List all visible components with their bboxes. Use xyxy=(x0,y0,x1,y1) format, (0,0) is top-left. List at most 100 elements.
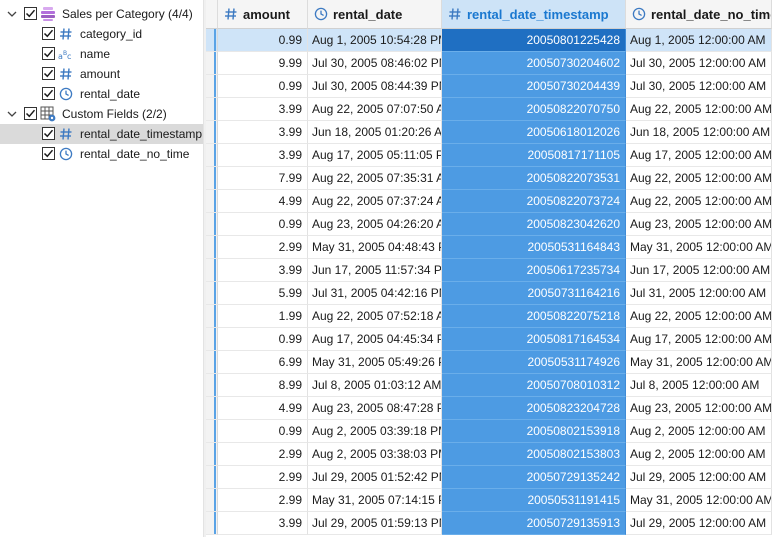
table-cell-rental-date-timestamp[interactable]: 20050730204602 xyxy=(442,52,626,75)
table-cell-rental-date-timestamp[interactable]: 20050822070750 xyxy=(442,98,626,121)
table-row[interactable]: 9.99 Jul 30, 2005 08:46:02 PM 200507302046… xyxy=(206,52,772,75)
table-cell-amount[interactable]: 0.99 xyxy=(218,75,308,98)
table-cell-rental-date-timestamp[interactable]: 20050822075218 xyxy=(442,305,626,328)
row-header[interactable] xyxy=(206,512,218,535)
table-cell-rental-date[interactable]: Aug 17, 2005 05:11:05 PM xyxy=(308,144,442,167)
table-cell-rental-date-timestamp[interactable]: 20050823042620 xyxy=(442,213,626,236)
row-header[interactable] xyxy=(206,305,218,328)
table-cell-rental-date-timestamp[interactable]: 20050823204728 xyxy=(442,397,626,420)
chevron-down-icon[interactable] xyxy=(6,108,18,120)
table-row[interactable]: 2.99 May 31, 2005 07:14:15 PM 200505311914… xyxy=(206,489,772,512)
table-cell-rental-date-no-time[interactable]: Aug 2, 2005 12:00:00 AM xyxy=(626,420,772,443)
table-cell-rental-date-no-time[interactable]: Jul 29, 2005 12:00:00 AM xyxy=(626,512,772,535)
column-header-amount[interactable]: amount xyxy=(218,0,308,29)
table-cell-rental-date[interactable]: May 31, 2005 04:48:43 PM xyxy=(308,236,442,259)
tree-node-category_id[interactable]: category_id xyxy=(0,24,203,44)
row-header[interactable] xyxy=(206,489,218,512)
table-cell-rental-date-timestamp[interactable]: 20050531164843 xyxy=(442,236,626,259)
table-cell-amount[interactable]: 2.99 xyxy=(218,466,308,489)
table-row[interactable]: 3.99 Aug 17, 2005 05:11:05 PM 200508171711… xyxy=(206,144,772,167)
table-cell-amount[interactable]: 3.99 xyxy=(218,512,308,535)
table-cell-rental-date-timestamp[interactable]: 20050531174926 xyxy=(442,351,626,374)
row-header[interactable] xyxy=(206,374,218,397)
table-cell-amount[interactable]: 2.99 xyxy=(218,236,308,259)
table-cell-rental-date-timestamp[interactable]: 20050817164534 xyxy=(442,328,626,351)
table-cell-amount[interactable]: 2.99 xyxy=(218,443,308,466)
table-cell-amount[interactable]: 0.99 xyxy=(218,213,308,236)
table-row[interactable]: 1.99 Aug 22, 2005 07:52:18 AM 200508220752… xyxy=(206,305,772,328)
table-cell-rental-date-no-time[interactable]: Aug 1, 2005 12:00:00 AM xyxy=(626,29,772,52)
table-row[interactable]: 6.99 May 31, 2005 05:49:26 PM 200505311749… xyxy=(206,351,772,374)
table-cell-rental-date[interactable]: Aug 1, 2005 10:54:28 PM xyxy=(308,29,442,52)
table-cell-rental-date-timestamp[interactable]: 20050729135913 xyxy=(442,512,626,535)
table-cell-amount[interactable]: 3.99 xyxy=(218,144,308,167)
tree-checkbox[interactable] xyxy=(42,67,55,80)
column-header-rental-date[interactable]: rental_date xyxy=(308,0,442,29)
table-cell-amount[interactable]: 0.99 xyxy=(218,328,308,351)
table-cell-rental-date[interactable]: Jun 18, 2005 01:20:26 AM xyxy=(308,121,442,144)
tree-node-amount[interactable]: amount xyxy=(0,64,203,84)
tree-node-rental_date_no_time[interactable]: rental_date_no_time xyxy=(0,144,203,164)
row-header[interactable] xyxy=(206,236,218,259)
table-cell-rental-date-timestamp[interactable]: 20050617235734 xyxy=(442,259,626,282)
table-cell-rental-date[interactable]: Aug 17, 2005 04:45:34 PM xyxy=(308,328,442,351)
table-cell-rental-date[interactable]: Aug 2, 2005 03:39:18 PM xyxy=(308,420,442,443)
row-header[interactable] xyxy=(206,328,218,351)
row-header[interactable] xyxy=(206,351,218,374)
table-cell-rental-date-no-time[interactable]: Jul 8, 2005 12:00:00 AM xyxy=(626,374,772,397)
row-header[interactable] xyxy=(206,420,218,443)
table-cell-rental-date-timestamp[interactable]: 20050822073531 xyxy=(442,167,626,190)
table-row[interactable]: 0.99 Aug 23, 2005 04:26:20 AM 200508230426… xyxy=(206,213,772,236)
row-header[interactable] xyxy=(206,190,218,213)
tree-node-rental_date[interactable]: rental_date xyxy=(0,84,203,104)
tree-checkbox[interactable] xyxy=(24,7,37,20)
table-row[interactable]: 4.99 Aug 22, 2005 07:37:24 AM 200508220737… xyxy=(206,190,772,213)
table-cell-amount[interactable]: 8.99 xyxy=(218,374,308,397)
table-cell-rental-date-no-time[interactable]: Aug 22, 2005 12:00:00 AM xyxy=(626,305,772,328)
table-cell-amount[interactable]: 4.99 xyxy=(218,190,308,213)
tree-node-sales[interactable]: Sales per Category (4/4) xyxy=(0,4,203,24)
table-cell-amount[interactable]: 0.99 xyxy=(218,420,308,443)
table-cell-rental-date[interactable]: Jun 17, 2005 11:57:34 PM xyxy=(308,259,442,282)
chevron-down-icon[interactable] xyxy=(6,8,18,20)
table-cell-rental-date-no-time[interactable]: Aug 2, 2005 12:00:00 AM xyxy=(626,443,772,466)
table-cell-rental-date[interactable]: Jul 31, 2005 04:42:16 PM xyxy=(308,282,442,305)
table-cell-rental-date-timestamp[interactable]: 20050822073724 xyxy=(442,190,626,213)
row-header[interactable] xyxy=(206,75,218,98)
row-header[interactable] xyxy=(206,282,218,305)
tree-checkbox[interactable] xyxy=(24,107,37,120)
table-cell-rental-date-no-time[interactable]: Aug 22, 2005 12:00:00 AM xyxy=(626,190,772,213)
column-header-rental-date-no-time[interactable]: rental_date_no_time xyxy=(626,0,772,29)
table-cell-rental-date-timestamp[interactable]: 20050801225428 xyxy=(442,29,626,52)
row-header[interactable] xyxy=(206,397,218,420)
table-cell-rental-date[interactable]: Jul 29, 2005 01:52:42 PM xyxy=(308,466,442,489)
table-cell-rental-date-timestamp[interactable]: 20050802153918 xyxy=(442,420,626,443)
table-cell-rental-date[interactable]: May 31, 2005 05:49:26 PM xyxy=(308,351,442,374)
table-cell-rental-date[interactable]: Aug 23, 2005 04:26:20 AM xyxy=(308,213,442,236)
row-header[interactable] xyxy=(206,29,218,52)
table-cell-rental-date-no-time[interactable]: Aug 17, 2005 12:00:00 AM xyxy=(626,144,772,167)
table-row[interactable]: 0.99 Aug 17, 2005 04:45:34 PM 200508171645… xyxy=(206,328,772,351)
table-cell-rental-date[interactable]: May 31, 2005 07:14:15 PM xyxy=(308,489,442,512)
table-row[interactable]: 3.99 Jun 17, 2005 11:57:34 PM 200506172357… xyxy=(206,259,772,282)
row-header[interactable] xyxy=(206,443,218,466)
tree-node-rental_date_timestamp[interactable]: rental_date_timestamp xyxy=(0,124,203,144)
row-header[interactable] xyxy=(206,52,218,75)
table-row[interactable]: 2.99 Jul 29, 2005 01:52:42 PM 200507291352… xyxy=(206,466,772,489)
table-cell-rental-date[interactable]: Aug 22, 2005 07:37:24 AM xyxy=(308,190,442,213)
table-cell-rental-date-no-time[interactable]: Jun 17, 2005 12:00:00 AM xyxy=(626,259,772,282)
tree-node-custom[interactable]: Custom Fields (2/2) xyxy=(0,104,203,124)
row-header[interactable] xyxy=(206,466,218,489)
table-row[interactable]: 3.99 Jun 18, 2005 01:20:26 AM 200506180120… xyxy=(206,121,772,144)
table-cell-amount[interactable]: 1.99 xyxy=(218,305,308,328)
table-cell-amount[interactable]: 7.99 xyxy=(218,167,308,190)
table-cell-rental-date-timestamp[interactable]: 20050731164216 xyxy=(442,282,626,305)
table-cell-rental-date[interactable]: Jul 30, 2005 08:44:39 PM xyxy=(308,75,442,98)
table-cell-rental-date-no-time[interactable]: May 31, 2005 12:00:00 AM xyxy=(626,351,772,374)
table-cell-rental-date-timestamp[interactable]: 20050802153803 xyxy=(442,443,626,466)
row-header[interactable] xyxy=(206,213,218,236)
table-cell-rental-date-no-time[interactable]: Aug 23, 2005 12:00:00 AM xyxy=(626,397,772,420)
row-header[interactable] xyxy=(206,121,218,144)
table-row[interactable]: 2.99 May 31, 2005 04:48:43 PM 200505311648… xyxy=(206,236,772,259)
table-row[interactable]: 0.99 Jul 30, 2005 08:44:39 PM 200507302044… xyxy=(206,75,772,98)
